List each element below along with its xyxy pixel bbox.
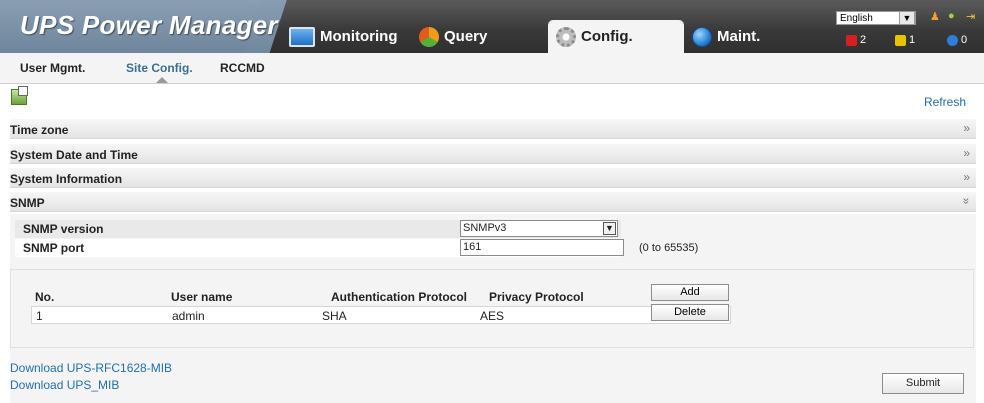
section-title: Time zone [10, 123, 69, 137]
collapse-icon: » [959, 197, 974, 205]
cell-priv: AES [480, 309, 505, 323]
sub-navigation: User Mgmt. Site Config. RCCMD [0, 53, 984, 84]
logout-icon[interactable]: ⇥ [966, 10, 975, 23]
tab-monitoring[interactable]: Monitoring [289, 20, 397, 53]
monitor-icon [289, 26, 315, 47]
export-icon[interactable] [11, 86, 28, 105]
snmp-users-table: No. User name Authentication Protocol Pr… [10, 269, 974, 348]
column-header-priv: Privacy Protocol [489, 290, 584, 304]
pie-icon [419, 26, 439, 47]
download-rfc1628-mib-link[interactable]: Download UPS-RFC1628-MIB [10, 361, 172, 375]
tab-monitoring-label: Monitoring [320, 28, 398, 45]
subnav-site-config[interactable]: Site Config. [126, 61, 193, 75]
info-alarm-value: 0 [961, 34, 968, 46]
tab-query[interactable]: Query [419, 20, 487, 53]
download-ups-mib-link[interactable]: Download UPS_MIB [10, 378, 119, 392]
major-alarm-value: 1 [909, 34, 916, 46]
info-alarm-count[interactable]: 0 [947, 34, 967, 46]
section-title: System Information [10, 172, 123, 186]
cell-user: admin [172, 309, 205, 323]
chevron-down-icon: ▼ [603, 222, 616, 235]
refresh-link[interactable]: Refresh [924, 95, 966, 109]
section-system-information[interactable]: System Information » [10, 168, 976, 188]
tab-query-label: Query [444, 28, 488, 45]
active-indicator [156, 77, 168, 83]
major-alarm-count[interactable]: 1 [895, 34, 915, 46]
tab-config[interactable]: Config. [548, 20, 684, 53]
table-row[interactable]: 1 admin SHA AES [31, 306, 731, 324]
subnav-user-mgmt[interactable]: User Mgmt. [20, 61, 85, 75]
section-title: System Date and Time [10, 148, 138, 162]
snmp-port-range: (0 to 65535) [639, 242, 699, 254]
user-icon[interactable]: ♟ [930, 10, 940, 23]
globe-icon [692, 26, 712, 47]
snmp-port-input[interactable]: 161 [460, 239, 624, 256]
cell-no: 1 [36, 309, 43, 323]
expand-icon: » [963, 121, 970, 135]
snmp-version-label: SNMP version [23, 222, 104, 236]
tab-maint[interactable]: Maint. [692, 20, 760, 53]
top-header: UPS Power Manager Monitoring Query Confi… [0, 0, 984, 53]
snmp-port-label: SNMP port [23, 241, 85, 255]
column-header-no: No. [35, 290, 55, 304]
tab-maint-label: Maint. [717, 28, 761, 45]
snmp-version-value: SNMPv3 [463, 222, 507, 234]
tab-config-label: Config. [581, 28, 633, 45]
info-alarm-icon [947, 34, 958, 46]
section-title: SNMP [10, 196, 45, 210]
submit-button[interactable]: Submit [882, 373, 964, 394]
major-alarm-icon [895, 34, 906, 46]
critical-alarm-count[interactable]: 2 [846, 34, 866, 46]
section-system-date-time[interactable]: System Date and Time » [10, 144, 976, 164]
add-user-button[interactable]: Add [651, 284, 729, 301]
cell-auth: SHA [322, 309, 347, 323]
column-header-auth: Authentication Protocol [331, 290, 467, 304]
section-snmp[interactable]: SNMP » [10, 192, 976, 212]
expand-icon: » [963, 146, 970, 160]
critical-alarm-value: 2 [860, 34, 867, 46]
expand-icon: » [963, 170, 970, 184]
delete-user-button[interactable]: Delete [651, 304, 729, 321]
gear-icon [556, 26, 576, 47]
section-time-zone[interactable]: Time zone » [10, 119, 976, 139]
snmp-version-select[interactable]: SNMPv3 ▼ [460, 220, 618, 237]
column-header-user: User name [171, 290, 233, 304]
chevron-down-icon[interactable]: ▼ [899, 11, 915, 25]
app-title: UPS Power Manager [20, 10, 278, 40]
critical-alarm-icon [846, 34, 857, 46]
subnav-rccmd[interactable]: RCCMD [220, 61, 265, 75]
toolbar: Refresh [0, 84, 984, 118]
help-icon[interactable]: ● [948, 10, 955, 22]
